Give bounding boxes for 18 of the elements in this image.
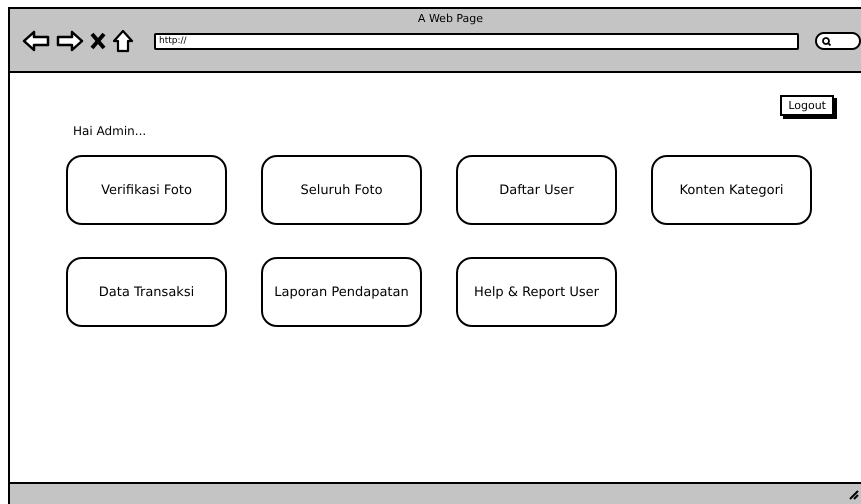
greeting-text: Hai Admin... xyxy=(73,124,146,138)
menu-button[interactable]: Help & Report User xyxy=(456,257,617,327)
search-icon xyxy=(822,36,831,46)
window-title: A Web Page xyxy=(418,12,484,25)
search-field[interactable] xyxy=(815,32,861,50)
menu-button[interactable]: Seluruh Foto xyxy=(261,155,422,225)
menu-button[interactable]: Data Transaksi xyxy=(66,257,227,327)
logout-button[interactable]: Logout xyxy=(780,95,834,116)
close-icon[interactable] xyxy=(90,32,106,50)
menu-button[interactable]: Konten Kategori xyxy=(651,155,812,225)
menu-button[interactable]: Verifikasi Foto xyxy=(66,155,227,225)
forward-icon[interactable] xyxy=(56,30,84,52)
resize-grip-icon[interactable] xyxy=(847,488,859,500)
menu-button[interactable]: Laporan Pendapatan xyxy=(261,257,422,327)
menu-button[interactable]: Daftar User xyxy=(456,155,617,225)
home-icon[interactable] xyxy=(112,29,134,53)
address-field[interactable]: http:// xyxy=(154,32,799,50)
back-icon[interactable] xyxy=(22,30,50,52)
